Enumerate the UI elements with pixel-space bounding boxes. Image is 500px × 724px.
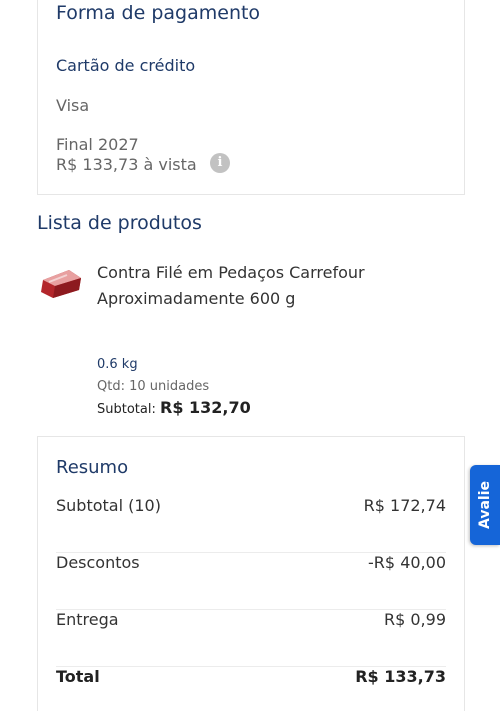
summary-label: Entrega: [56, 610, 119, 629]
payment-card: Forma de pagamento Cartão de crédito Vis…: [37, 0, 465, 195]
product-subtotal-value: R$ 132,70: [160, 398, 251, 417]
product-subtotal-label: Subtotal:: [97, 402, 156, 417]
product-image: [41, 270, 81, 298]
summary-value: -R$ 40,00: [368, 553, 446, 572]
product-name: Contra Filé em Pedaços Carrefour Aproxim…: [97, 263, 365, 308]
info-icon[interactable]: i: [210, 153, 230, 173]
summary-row-delivery: Entrega R$ 0,99: [56, 610, 446, 667]
summary-row-discounts: Descontos -R$ 40,00: [56, 553, 446, 610]
card-final-digits: Final 2027: [56, 135, 139, 154]
summary-value: R$ 133,73: [355, 667, 446, 686]
product-weight: 0.6 kg: [97, 357, 138, 372]
summary-value: R$ 172,74: [363, 496, 446, 515]
product-subtotal: Subtotal: R$ 132,70: [97, 398, 251, 417]
feedback-tab-label: Avalie: [477, 480, 493, 530]
summary-card: Resumo Subtotal (10) R$ 172,74 Descontos…: [37, 436, 465, 711]
summary-row-subtotal: Subtotal (10) R$ 172,74: [56, 496, 446, 553]
summary-label: Subtotal (10): [56, 496, 161, 515]
product-list-title: Lista de produtos: [37, 212, 202, 234]
summary-row-total: Total R$ 133,73: [56, 667, 446, 724]
card-brand: Visa: [56, 96, 90, 115]
product-quantity: Qtd: 10 unidades: [97, 379, 210, 394]
payment-section-title: Forma de pagamento: [56, 2, 261, 24]
payment-method: Cartão de crédito: [56, 56, 196, 75]
payment-amount: R$ 133,73 à vista: [56, 155, 197, 174]
summary-value: R$ 0,99: [383, 610, 446, 629]
feedback-tab-button[interactable]: Avalie: [470, 465, 500, 545]
summary-title: Resumo: [56, 457, 129, 478]
summary-label: Descontos: [56, 553, 140, 572]
summary-label: Total: [56, 667, 100, 686]
